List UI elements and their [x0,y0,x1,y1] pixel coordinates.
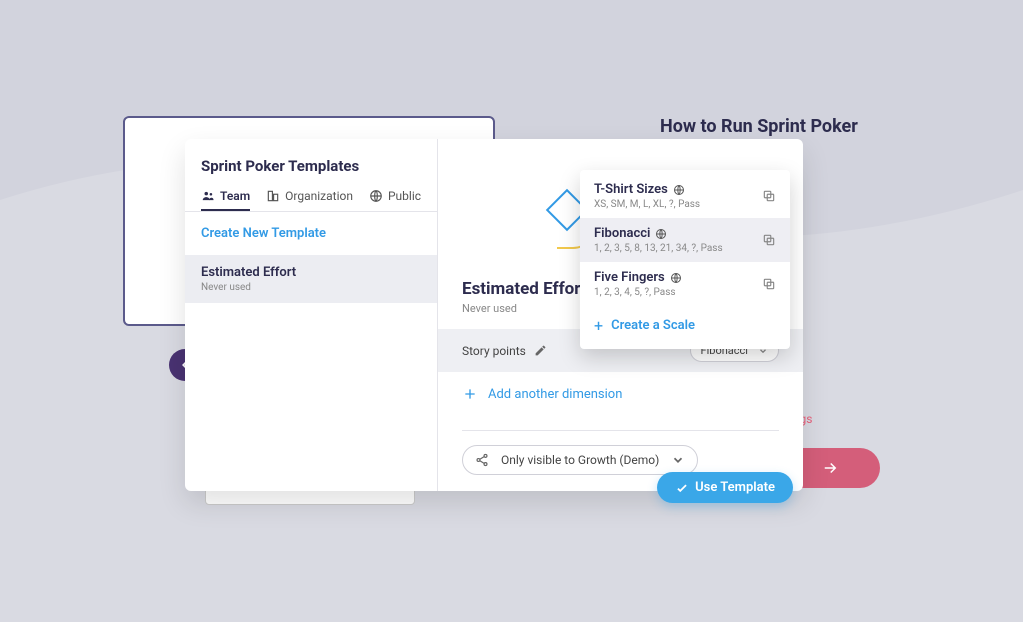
check-icon [675,481,689,495]
template-item-name: Estimated Effort [201,265,421,280]
create-scale-button[interactable]: + Create a Scale [580,306,790,345]
team-icon [201,189,215,203]
edit-icon[interactable] [534,344,547,357]
dimension-label: Story points [462,344,526,358]
tab-org-label: Organization [285,189,353,203]
scale-option-name: Fibonacci [594,226,650,241]
tab-team-label: Team [220,189,250,203]
how-to-title: How to Run Sprint Poker [660,116,960,137]
globe-icon [673,184,685,196]
modal-sidebar: Sprint Poker Templates Team Organization… [185,139,438,491]
plus-icon: + [594,316,603,335]
create-scale-label: Create a Scale [611,318,695,333]
scale-option-values: 1, 2, 3, 5, 8, 13, 21, 34, ?, Pass [594,243,762,254]
globe-icon [670,272,682,284]
copy-icon[interactable] [762,189,776,203]
scale-option-fibonacci[interactable]: Fibonacci 1, 2, 3, 5, 8, 13, 21, 34, ?, … [580,218,790,262]
globe-icon [655,228,667,240]
template-item-meta: Never used [201,282,421,293]
tabs: Team Organization Public [185,183,437,212]
tab-public[interactable]: Public [369,183,421,211]
add-dimension-label: Add another dimension [488,387,622,402]
use-template-label: Use Template [695,480,775,495]
scale-option-fivefingers[interactable]: Five Fingers 1, 2, 3, 4, 5, ?, Pass [580,262,790,306]
share-icon [475,453,489,467]
template-item[interactable]: Estimated Effort Never used [185,255,437,303]
tab-team[interactable]: Team [201,183,250,211]
tab-organization[interactable]: Organization [266,183,353,211]
visibility-button[interactable]: Only visible to Growth (Demo) [462,445,698,475]
scale-option-name: T-Shirt Sizes [594,182,668,197]
create-template-link[interactable]: Create New Template [185,212,437,255]
plus-icon [462,386,478,402]
add-dimension-button[interactable]: Add another dimension [462,386,779,416]
copy-icon[interactable] [762,277,776,291]
chevron-down-icon [671,453,685,467]
use-template-button[interactable]: Use Template [657,472,793,503]
scale-option-tshirt[interactable]: T-Shirt Sizes XS, SM, M, L, XL, ?, Pass [580,174,790,218]
scale-option-values: XS, SM, M, L, XL, ?, Pass [594,199,762,210]
tab-public-label: Public [388,189,421,203]
copy-icon[interactable] [762,233,776,247]
visibility-label: Only visible to Growth (Demo) [501,453,659,467]
scale-dropdown-menu: T-Shirt Sizes XS, SM, M, L, XL, ?, Pass … [580,170,790,349]
modal-bottom-row: Only visible to Growth (Demo) [462,430,779,475]
scale-option-name: Five Fingers [594,270,665,285]
modal-title: Sprint Poker Templates [185,139,437,183]
organization-icon [266,189,280,203]
scale-option-values: 1, 2, 3, 4, 5, ?, Pass [594,287,762,298]
globe-icon [369,189,383,203]
